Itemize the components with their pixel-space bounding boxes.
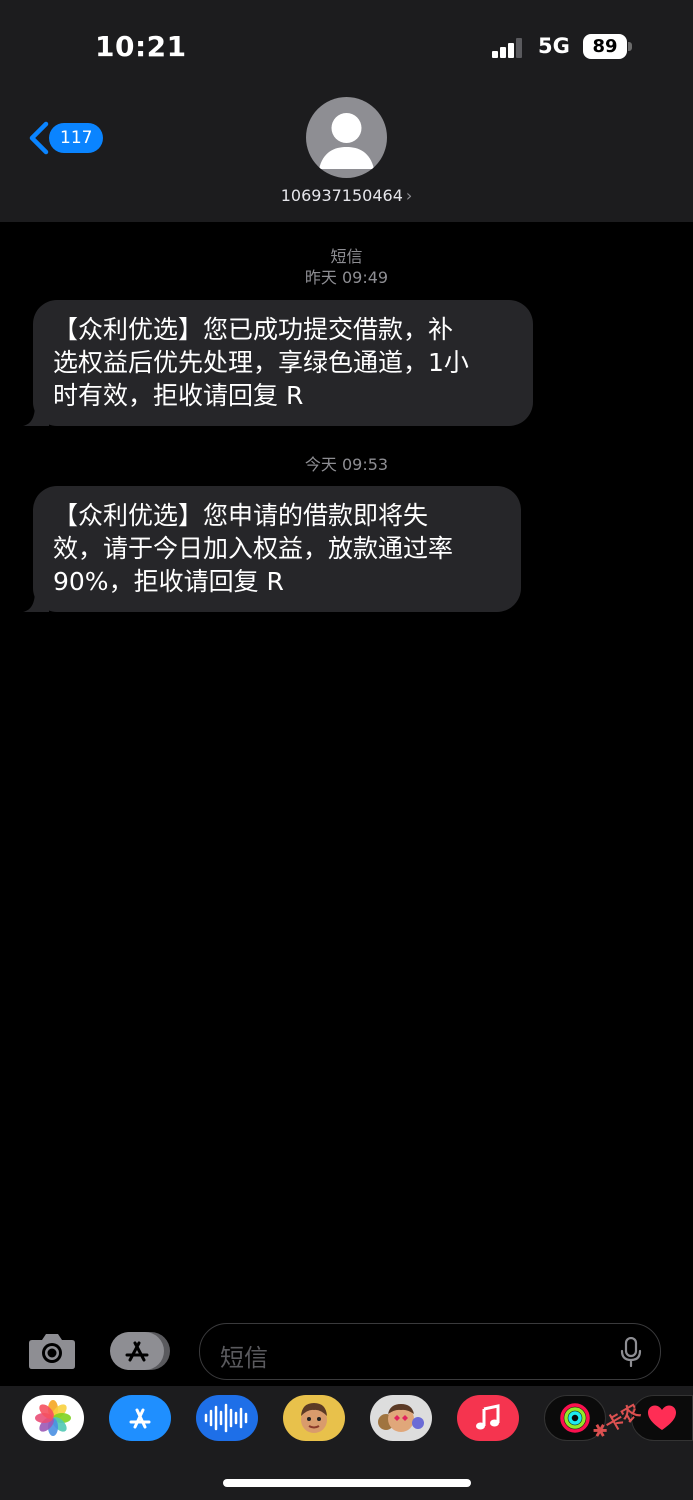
message-input[interactable]: 短信 bbox=[199, 1323, 661, 1380]
message-bubble[interactable]: 【众利优选】您已成功提交借款，补 选权益后优先处理，享绿色通道，1小 时有效，拒… bbox=[23, 300, 533, 426]
sender-name[interactable]: 106937150464 › bbox=[0, 186, 693, 205]
unread-count-badge[interactable]: 117 bbox=[49, 123, 104, 153]
memoji-icon[interactable] bbox=[283, 1395, 345, 1441]
bubble-tail bbox=[23, 404, 49, 426]
message-bubble[interactable]: 【众利优选】您申请的借款即将失 效，请于今日加入权益，放款通过率 90%，拒收请… bbox=[23, 486, 521, 612]
message-line: 90%，拒收请回复 R bbox=[53, 567, 284, 596]
message-line: 效，请于今日加入权益，放款通过率 bbox=[53, 534, 454, 563]
memoji-stickers-icon[interactable] bbox=[370, 1395, 432, 1441]
bubble-tail bbox=[23, 590, 49, 612]
app-store-icon[interactable] bbox=[109, 1395, 171, 1441]
status-time: 10:21 bbox=[95, 30, 187, 63]
app-store-apps-icon[interactable] bbox=[110, 1332, 170, 1370]
message-line: 【众利优选】您已成功提交借款，补 bbox=[53, 315, 454, 344]
contact-avatar[interactable] bbox=[306, 97, 387, 178]
camera-icon[interactable] bbox=[28, 1330, 76, 1370]
music-app-icon[interactable] bbox=[457, 1395, 519, 1441]
chevron-right-icon: › bbox=[405, 186, 413, 205]
person-silhouette-icon bbox=[319, 113, 374, 169]
battery-tip-icon bbox=[628, 42, 632, 51]
cellular-signal-icon bbox=[492, 38, 522, 58]
microphone-icon[interactable] bbox=[620, 1337, 642, 1367]
message-input-placeholder: 短信 bbox=[220, 1344, 268, 1372]
message-timestamp: 昨天 09:49 bbox=[304, 268, 389, 287]
message-line: 【众利优选】您申请的借款即将失 bbox=[53, 501, 429, 530]
network-type: 5G bbox=[538, 34, 570, 58]
message-line: 选权益后优先处理，享绿色通道，1小 bbox=[53, 348, 469, 377]
home-indicator[interactable] bbox=[223, 1479, 471, 1487]
battery-indicator: 89 bbox=[583, 34, 627, 59]
conversation-header: 10:21 5G 89 117 106937150464 › bbox=[0, 0, 693, 222]
photos-app-icon[interactable] bbox=[22, 1395, 84, 1441]
audio-message-icon[interactable] bbox=[196, 1395, 258, 1441]
sender-number: 106937150464 bbox=[280, 186, 403, 205]
message-line: 时有效，拒收请回复 R bbox=[53, 381, 304, 410]
message-timestamp: 今天 09:53 bbox=[304, 455, 389, 474]
